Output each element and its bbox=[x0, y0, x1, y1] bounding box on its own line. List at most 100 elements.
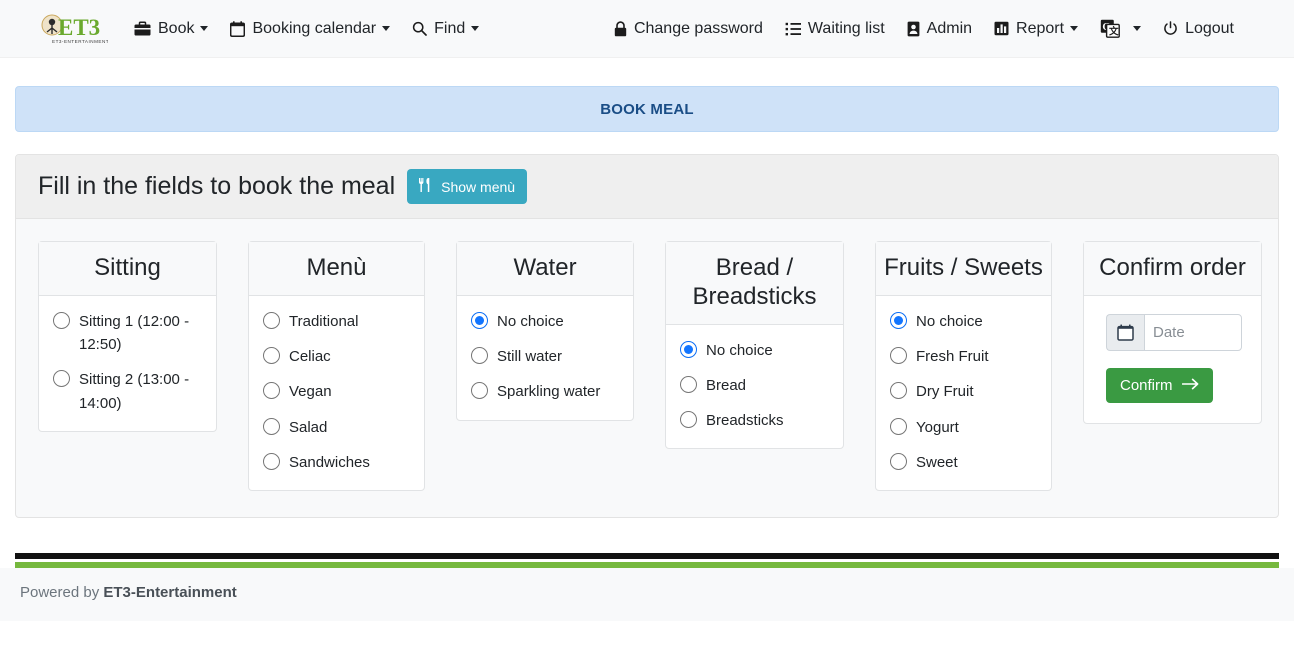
nav-item-booking-calendar[interactable]: Booking calendar bbox=[230, 20, 391, 37]
book-meal-card: Fill in the fields to book the meal Show… bbox=[15, 154, 1279, 519]
arrow-right-icon bbox=[1181, 377, 1199, 394]
nav-item-book[interactable]: Book bbox=[134, 20, 209, 37]
radio-option-fresh-fruit[interactable]: Fresh Fruit bbox=[876, 345, 1051, 368]
panel-body: No choice Fresh Fruit Dry Fruit Yogurt S… bbox=[876, 296, 1051, 490]
show-menu-button[interactable]: Show menù bbox=[407, 169, 528, 204]
radio-icon[interactable] bbox=[890, 311, 907, 329]
nav-left-group: Book Booking calendar Find bbox=[134, 19, 480, 37]
page-title: Fill in the fields to book the meal bbox=[38, 172, 396, 200]
radio-icon[interactable] bbox=[890, 347, 907, 365]
panel-menu: Menù Traditional Celiac Vegan Salad Sand… bbox=[248, 241, 425, 492]
radio-label: Dry Fruit bbox=[916, 383, 974, 401]
panel-title: Water bbox=[457, 242, 633, 296]
radio-label: Celiac bbox=[289, 348, 331, 366]
panel-sitting: Sitting Sitting 1 (12:00 - 12:50) Sittin… bbox=[38, 241, 217, 432]
nav-item-find[interactable]: Find bbox=[412, 19, 480, 37]
radio-option-bread[interactable]: Bread bbox=[666, 374, 843, 397]
radio-option-traditional[interactable]: Traditional bbox=[249, 310, 424, 333]
chevron-down-icon bbox=[471, 26, 480, 31]
radio-option-still-water[interactable]: Still water bbox=[457, 345, 633, 368]
radio-icon[interactable] bbox=[471, 347, 488, 365]
panel-confirm-order: Confirm order Confirm bbox=[1083, 241, 1262, 424]
radio-label: No choice bbox=[916, 312, 983, 330]
radio-label: Sweet bbox=[916, 453, 958, 471]
confirm-button[interactable]: Confirm bbox=[1106, 367, 1213, 403]
list-ol-icon bbox=[785, 22, 801, 36]
radio-icon[interactable] bbox=[263, 347, 280, 365]
panel-fruits: Fruits / Sweets No choice Fresh Fruit Dr… bbox=[875, 241, 1052, 492]
banner-text: BOOK MEAL bbox=[600, 100, 694, 118]
radio-option-fruits-no-choice[interactable]: No choice bbox=[876, 310, 1051, 333]
nav-item-label: Find bbox=[434, 19, 466, 37]
footer-brand: ET3-Entertainment bbox=[103, 584, 237, 602]
radio-option-vegan[interactable]: Vegan bbox=[249, 380, 424, 403]
nav-item-label: Admin bbox=[926, 19, 973, 37]
calendar-icon[interactable] bbox=[1106, 313, 1144, 351]
radio-label: No choice bbox=[706, 341, 773, 359]
radio-icon[interactable] bbox=[890, 382, 907, 400]
radio-icon[interactable] bbox=[53, 311, 70, 329]
radio-icon[interactable] bbox=[471, 382, 488, 400]
radio-option-sitting-1[interactable]: Sitting 1 (12:00 - 12:50) bbox=[39, 310, 216, 357]
radio-label: Sparkling water bbox=[497, 383, 601, 401]
radio-option-sparkling-water[interactable]: Sparkling water bbox=[457, 380, 633, 403]
footer-bar-black bbox=[15, 553, 1279, 560]
radio-icon[interactable] bbox=[680, 340, 697, 358]
radio-icon[interactable] bbox=[263, 417, 280, 435]
radio-label: Salad bbox=[289, 418, 328, 436]
radio-option-dry-fruit[interactable]: Dry Fruit bbox=[876, 380, 1051, 403]
nav-item-language[interactable]: G 文 bbox=[1100, 19, 1142, 38]
panel-body: Confirm bbox=[1084, 296, 1261, 423]
radio-option-sandwiches[interactable]: Sandwiches bbox=[249, 451, 424, 474]
nav-item-label: Report bbox=[1016, 19, 1065, 37]
radio-icon[interactable] bbox=[890, 452, 907, 470]
nav-item-label: Waiting list bbox=[807, 19, 885, 37]
book-meal-banner: BOOK MEAL bbox=[15, 86, 1279, 132]
panel-body: Traditional Celiac Vegan Salad Sandwiche… bbox=[249, 296, 424, 490]
top-navbar: ET3 ET3-ENTERTAINMENT Book Booking calen… bbox=[0, 0, 1294, 58]
radio-option-water-no-choice[interactable]: No choice bbox=[457, 310, 633, 333]
radio-icon[interactable] bbox=[263, 452, 280, 470]
radio-label: Still water bbox=[497, 348, 563, 366]
radio-option-celiac[interactable]: Celiac bbox=[249, 345, 424, 368]
nav-item-waiting-list[interactable]: Waiting list bbox=[785, 19, 885, 37]
chevron-down-icon bbox=[382, 26, 391, 31]
date-input[interactable] bbox=[1144, 313, 1242, 351]
main-container: BOOK MEAL Fill in the fields to book the… bbox=[15, 86, 1279, 519]
panel-title: Sitting bbox=[39, 242, 216, 296]
nav-item-logout[interactable]: Logout bbox=[1163, 20, 1234, 37]
nav-right-group: Change password Waiting list Admin Repor… bbox=[614, 19, 1234, 38]
lock-icon bbox=[614, 20, 627, 37]
radio-label: Traditional bbox=[289, 312, 359, 330]
chevron-down-icon bbox=[1070, 26, 1079, 31]
footer-prefix: Powered by bbox=[20, 584, 104, 602]
radio-icon[interactable] bbox=[53, 370, 70, 388]
show-menu-label: Show menù bbox=[441, 178, 516, 195]
id-card-icon bbox=[907, 21, 920, 37]
brand-logo[interactable]: ET3 ET3-ENTERTAINMENT bbox=[40, 12, 108, 46]
radio-option-bread-no-choice[interactable]: No choice bbox=[666, 339, 843, 362]
et3-logo-icon: ET3 ET3-ENTERTAINMENT bbox=[40, 12, 108, 46]
panel-title: Fruits / Sweets bbox=[876, 242, 1051, 296]
radio-icon[interactable] bbox=[890, 417, 907, 435]
nav-item-admin[interactable]: Admin bbox=[907, 19, 973, 37]
radio-option-yogurt[interactable]: Yogurt bbox=[876, 416, 1051, 439]
radio-icon[interactable] bbox=[680, 411, 697, 429]
panel-bread: Bread / Breadsticks No choice Bread Brea… bbox=[665, 241, 844, 450]
radio-option-salad[interactable]: Salad bbox=[249, 416, 424, 439]
nav-item-report[interactable]: Report bbox=[994, 19, 1079, 37]
panel-body: No choice Bread Breadsticks bbox=[666, 325, 843, 449]
radio-icon[interactable] bbox=[263, 311, 280, 329]
nav-item-change-password[interactable]: Change password bbox=[614, 20, 763, 37]
radio-label: Bread bbox=[706, 376, 747, 394]
panel-body: Sitting 1 (12:00 - 12:50) Sitting 2 (13:… bbox=[39, 296, 216, 431]
radio-icon[interactable] bbox=[680, 375, 697, 393]
radio-icon[interactable] bbox=[263, 382, 280, 400]
radio-label: No choice bbox=[497, 312, 564, 330]
radio-label: Yogurt bbox=[916, 418, 959, 436]
options-columns: Sitting Sitting 1 (12:00 - 12:50) Sittin… bbox=[38, 241, 1262, 492]
radio-option-breadsticks[interactable]: Breadsticks bbox=[666, 409, 843, 432]
radio-option-sweet[interactable]: Sweet bbox=[876, 451, 1051, 474]
radio-option-sitting-2[interactable]: Sitting 2 (13:00 - 14:00) bbox=[39, 368, 216, 415]
radio-icon[interactable] bbox=[471, 311, 488, 329]
